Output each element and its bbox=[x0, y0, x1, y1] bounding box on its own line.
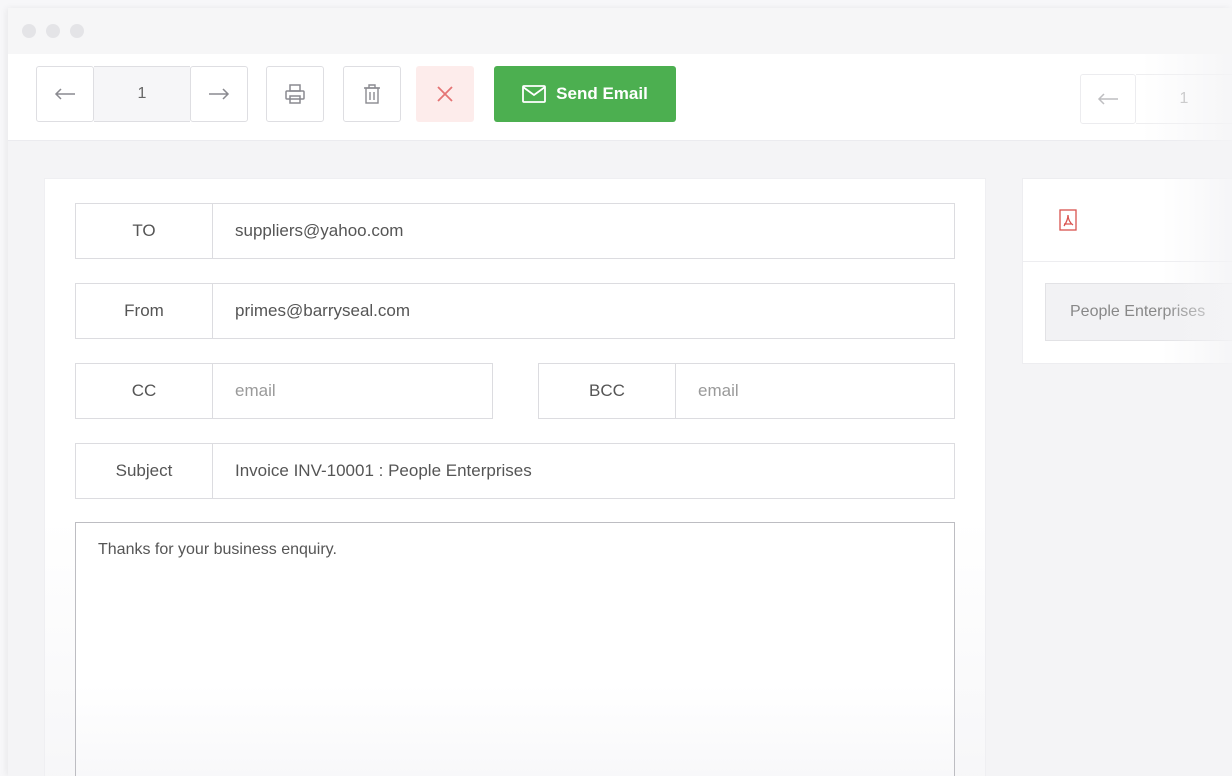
toolbar: 1 Send Email 1 bbox=[8, 54, 1232, 141]
preview-panel: People Enterprises bbox=[1022, 178, 1232, 364]
preview-prev-button[interactable] bbox=[1080, 74, 1136, 124]
arrow-left-icon bbox=[1097, 93, 1119, 105]
bcc-row: BCC email bbox=[538, 363, 955, 419]
trash-icon bbox=[362, 83, 382, 105]
preview-page-number[interactable]: 1 bbox=[1136, 74, 1232, 124]
bcc-label: BCC bbox=[539, 364, 676, 418]
close-button[interactable] bbox=[416, 66, 474, 122]
pdf-icon[interactable] bbox=[1059, 209, 1077, 231]
cc-input[interactable]: email bbox=[213, 364, 276, 418]
cc-row: CC email bbox=[75, 363, 493, 419]
window-close-dot[interactable] bbox=[22, 24, 36, 38]
print-button[interactable] bbox=[266, 66, 324, 122]
bcc-input[interactable]: email bbox=[676, 364, 739, 418]
from-row: From primes@barryseal.com bbox=[75, 283, 955, 339]
subject-row: Subject Invoice INV-10001 : People Enter… bbox=[75, 443, 955, 499]
to-label: TO bbox=[76, 204, 213, 258]
title-bar bbox=[8, 8, 1232, 54]
preview-company: People Enterprises bbox=[1045, 283, 1232, 341]
from-label: From bbox=[76, 284, 213, 338]
arrow-right-icon bbox=[208, 88, 230, 100]
arrow-left-icon bbox=[54, 88, 76, 100]
page-number[interactable]: 1 bbox=[94, 66, 190, 122]
printer-icon bbox=[284, 83, 306, 105]
next-page-button[interactable] bbox=[190, 66, 248, 122]
from-input[interactable]: primes@barryseal.com bbox=[213, 284, 410, 338]
cc-label: CC bbox=[76, 364, 213, 418]
preview-header bbox=[1023, 179, 1232, 262]
close-icon bbox=[435, 84, 455, 104]
message-body[interactable]: Thanks for your business enquiry. bbox=[75, 522, 955, 776]
send-email-button[interactable]: Send Email bbox=[494, 66, 676, 122]
delete-button[interactable] bbox=[343, 66, 401, 122]
app-window: 1 Send Email 1 TO suppliers@yahoo.com Fr… bbox=[8, 8, 1232, 776]
to-input[interactable]: suppliers@yahoo.com bbox=[213, 204, 403, 258]
prev-page-button[interactable] bbox=[36, 66, 94, 122]
to-row: TO suppliers@yahoo.com bbox=[75, 203, 955, 259]
window-maximize-dot[interactable] bbox=[70, 24, 84, 38]
subject-input[interactable]: Invoice INV-10001 : People Enterprises bbox=[213, 444, 532, 498]
send-email-label: Send Email bbox=[556, 84, 648, 103]
window-minimize-dot[interactable] bbox=[46, 24, 60, 38]
envelope-icon bbox=[522, 85, 547, 103]
subject-label: Subject bbox=[76, 444, 213, 498]
